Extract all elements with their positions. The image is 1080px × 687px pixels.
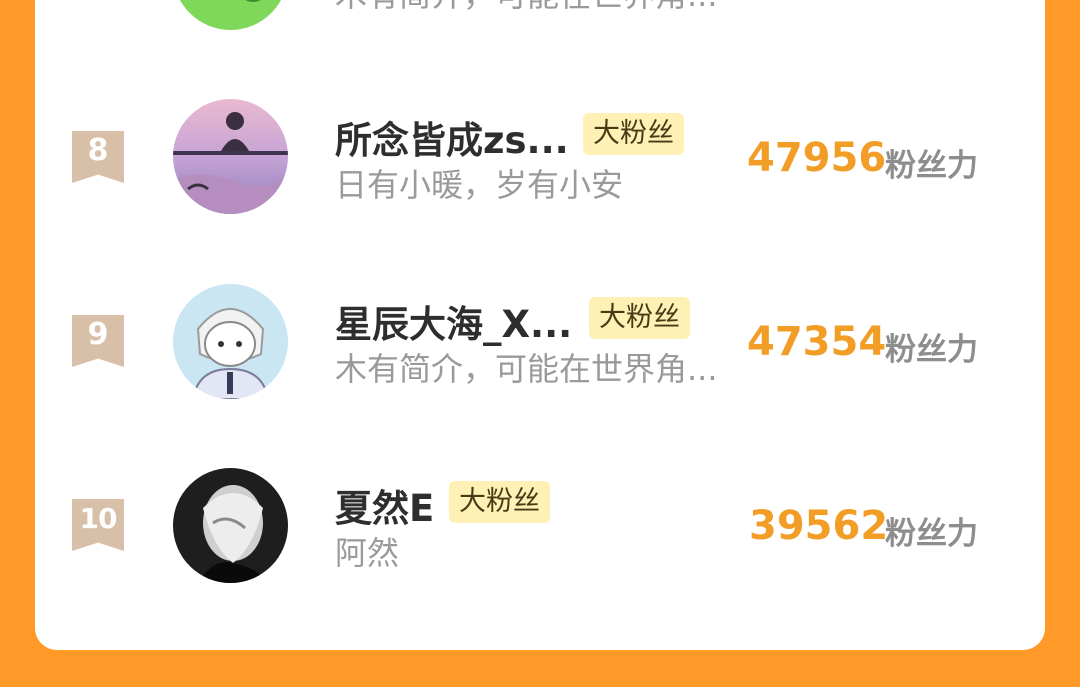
avatar[interactable]: [173, 284, 288, 399]
leaderboard-row[interactable]: 10 夏然E 大粉丝 阿然 39562 粉丝力: [35, 458, 1045, 588]
user-bio: 阿然: [335, 534, 400, 572]
user-name[interactable]: 夏然E: [335, 478, 434, 532]
fan-level-badge: 大粉丝: [449, 481, 550, 523]
fan-power-score: 47956: [747, 135, 887, 181]
leaderboard-row[interactable]: 9 星辰大海_X... 大粉丝 木有简介，可能在世界角... 47354 粉丝力: [35, 274, 1045, 404]
fan-power-label: 粉丝力: [885, 516, 978, 552]
fan-power-label: 粉丝力: [885, 148, 978, 184]
rank-ribbon-badge: 8: [72, 131, 124, 183]
fan-level-badge: 大粉丝: [589, 297, 690, 339]
leaderboard-card: 木有简介，可能在世界角... 8 所念皆成zs..: [35, 0, 1045, 650]
user-name[interactable]: 所念皆成zs...: [335, 110, 569, 164]
leaderboard-row[interactable]: 8 所念皆成zs... 大粉丝 日有小暖，岁有小安 47956 粉丝力: [35, 90, 1045, 220]
avatar[interactable]: [173, 99, 288, 214]
user-name[interactable]: 星辰大海_X...: [335, 294, 572, 348]
fan-power-score: 47354: [747, 319, 887, 365]
rank-ribbon-badge: 10: [72, 499, 124, 551]
user-bio: 木有简介，可能在世界角...: [335, 0, 745, 16]
user-bio: 日有小暖，岁有小安: [335, 166, 624, 204]
rank-ribbon-badge: 9: [72, 315, 124, 367]
fan-power-score: 39562: [749, 503, 889, 549]
leaderboard-row-partial[interactable]: 木有简介，可能在世界角...: [35, 0, 1045, 90]
fan-power-label: 粉丝力: [885, 332, 978, 368]
fan-level-badge: 大粉丝: [583, 113, 684, 155]
avatar[interactable]: [173, 0, 288, 30]
avatar[interactable]: [173, 468, 288, 583]
user-bio: 木有简介，可能在世界角...: [335, 350, 718, 388]
